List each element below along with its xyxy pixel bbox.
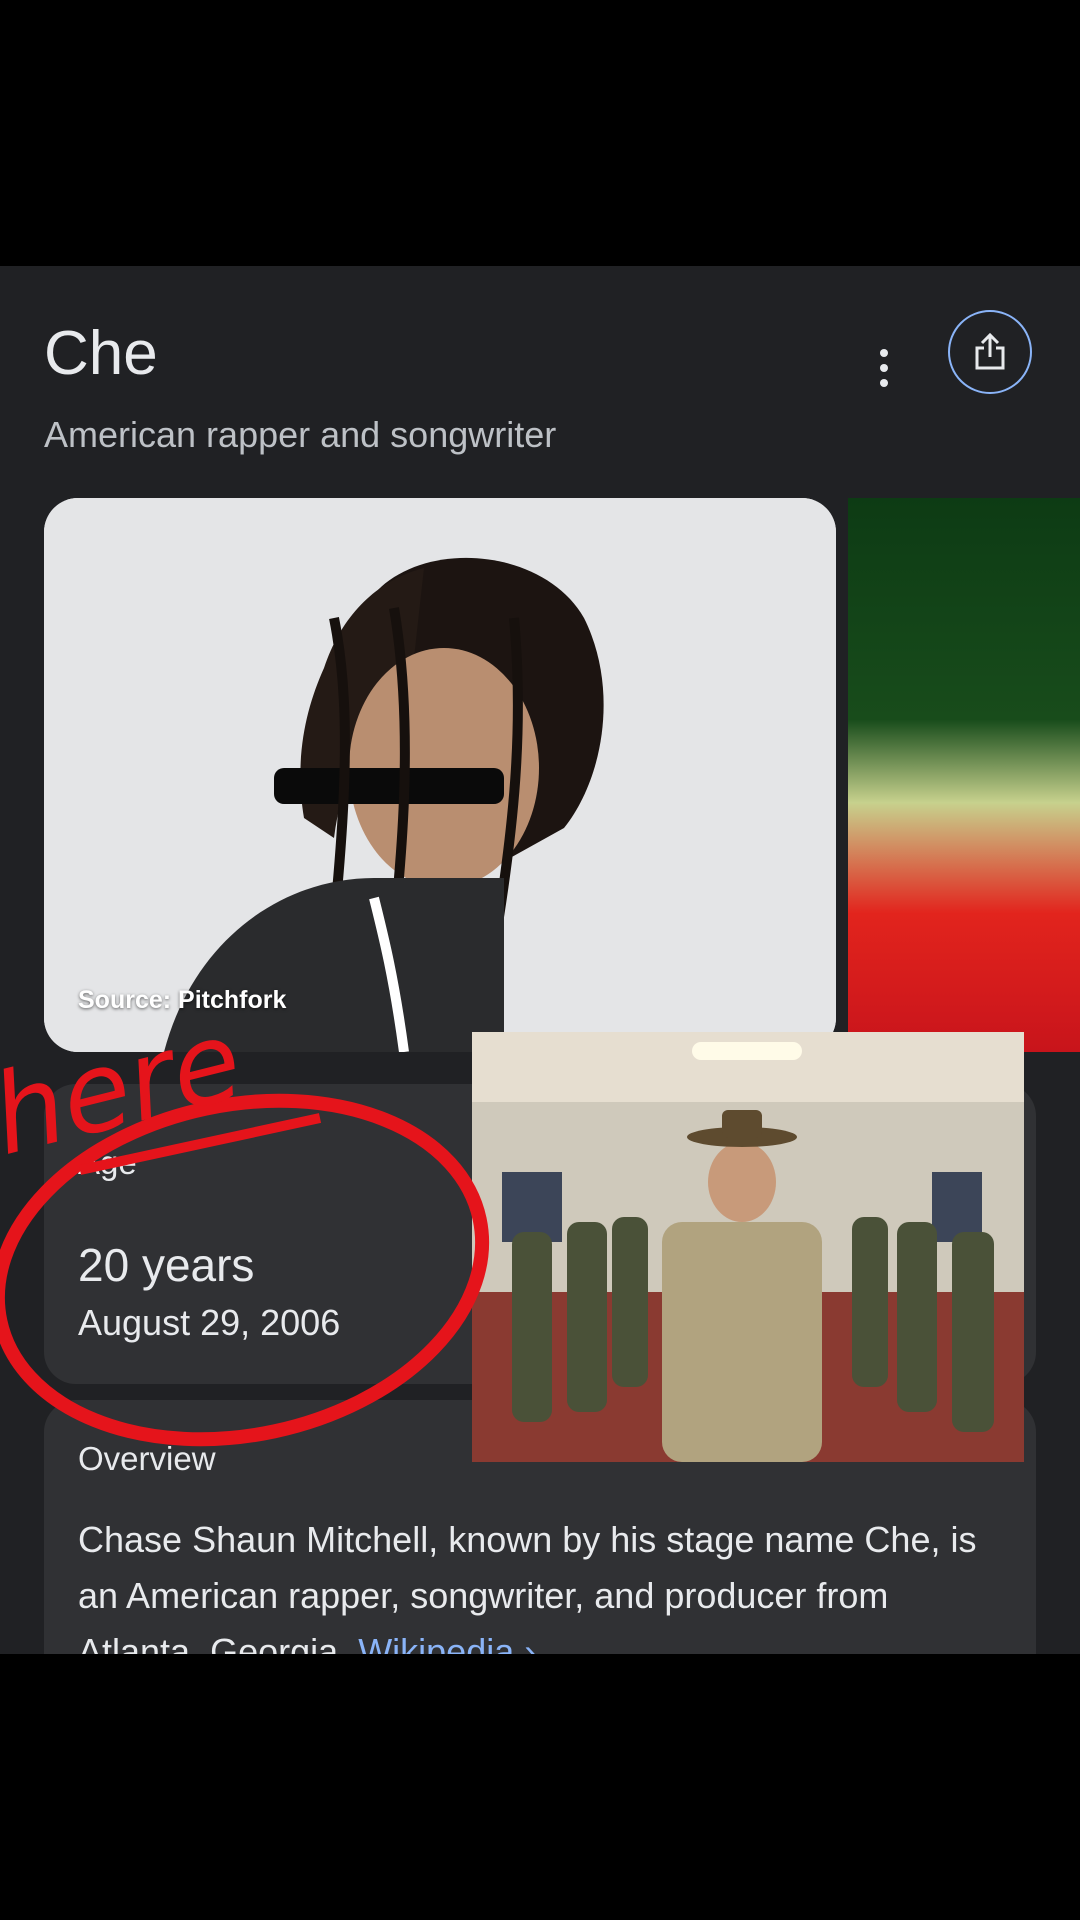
share-button[interactable] bbox=[948, 310, 1032, 394]
more-options-button[interactable] bbox=[862, 338, 906, 398]
more-vert-icon bbox=[880, 349, 888, 357]
birth-date: August 29, 2006 bbox=[78, 1302, 341, 1343]
person-photo bbox=[44, 498, 836, 1052]
image-source: Source: Pitchfork bbox=[78, 986, 287, 1014]
overview-text: Chase Shaun Mitchell, known by his stage… bbox=[78, 1512, 1008, 1654]
overlay-video-frame bbox=[472, 1032, 1024, 1462]
age-label: Age bbox=[78, 1144, 137, 1181]
page-title: Che bbox=[44, 319, 158, 388]
knowledge-panel: Che American rapper and songwriter Sourc… bbox=[0, 266, 1080, 1654]
page-subtitle: American rapper and songwriter bbox=[44, 414, 557, 455]
main-image[interactable]: Source: Pitchfork bbox=[44, 498, 836, 1052]
barracks-scene bbox=[472, 1032, 1024, 1462]
secondary-image[interactable] bbox=[848, 498, 1080, 1052]
wikipedia-link[interactable]: Wikipedia › bbox=[358, 1631, 536, 1654]
overview-label: Overview bbox=[78, 1440, 216, 1477]
age-value: 20 years bbox=[78, 1239, 255, 1291]
share-icon bbox=[975, 333, 1005, 370]
age-card[interactable]: Age 20 years August 29, 2006 bbox=[44, 1084, 522, 1384]
